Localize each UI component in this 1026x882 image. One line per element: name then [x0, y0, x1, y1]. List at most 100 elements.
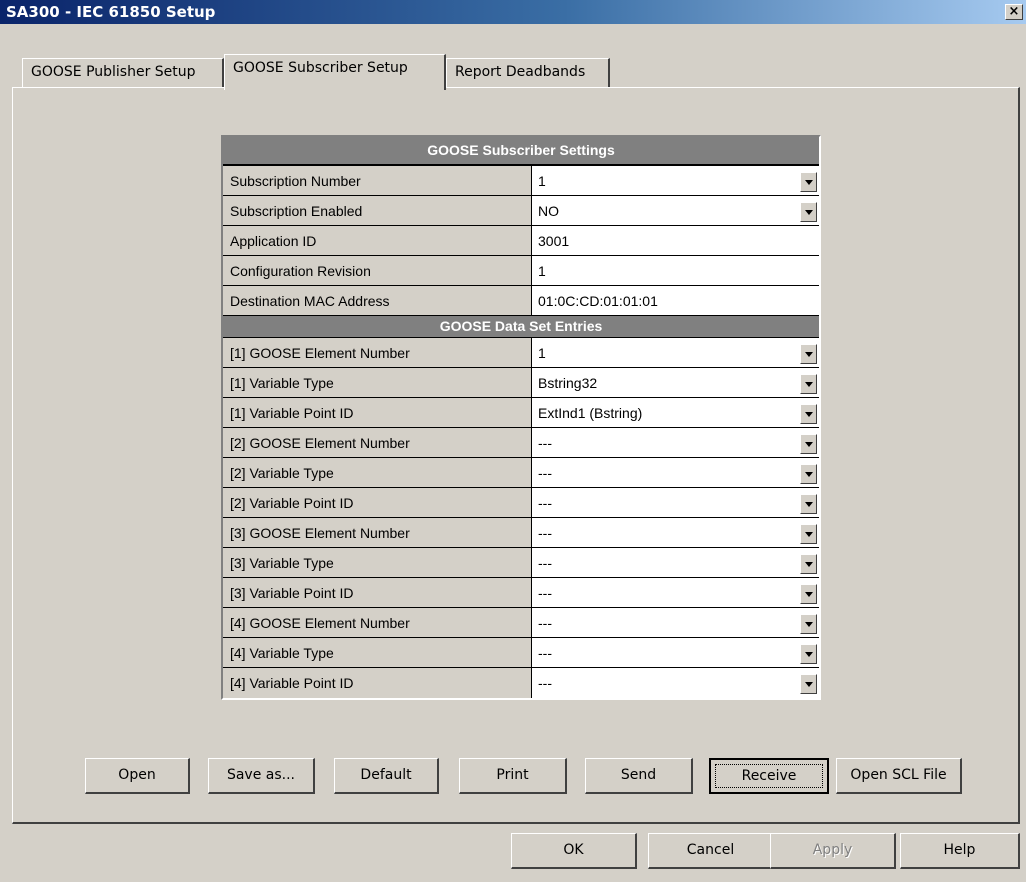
setting-value-field[interactable]: NO [532, 196, 819, 225]
setting-label: [1] Variable Point ID [223, 398, 532, 427]
dropdown-arrow-icon[interactable] [800, 584, 817, 604]
dropdown-arrow-icon[interactable] [800, 404, 817, 424]
setting-value-field[interactable]: 1 [532, 166, 819, 195]
open-button[interactable]: Open [85, 758, 190, 794]
setting-value-field[interactable]: 3001 [532, 226, 819, 255]
ok-button-label: OK [563, 842, 584, 858]
setting-row-4-variable-type: [4] Variable Type --- [223, 638, 819, 668]
setting-value-field[interactable]: 1 [532, 256, 819, 285]
setting-value-field[interactable]: --- [532, 608, 819, 637]
setting-row-3-goose-element-number: [3] GOOSE Element Number --- [223, 518, 819, 548]
setting-value-field[interactable]: --- [532, 638, 819, 667]
tab-label: GOOSE Subscriber Setup [233, 60, 408, 76]
tab-label: GOOSE Publisher Setup [31, 64, 196, 80]
dropdown-arrow-icon[interactable] [800, 464, 817, 484]
setting-value: --- [538, 615, 552, 631]
setting-value: ExtInd1 (Bstring) [538, 405, 643, 421]
open-button-label: Open [118, 767, 156, 783]
setting-row-subscription-enabled: Subscription Enabled NO [223, 196, 819, 226]
dropdown-arrow-icon[interactable] [800, 674, 817, 694]
setting-row-1-goose-element-number: [1] GOOSE Element Number 1 [223, 338, 819, 368]
setting-value-field[interactable]: Bstring32 [532, 368, 819, 397]
tab-report-deadbands[interactable]: Report Deadbands [446, 58, 610, 88]
window-title: SA300 - IEC 61850 Setup [6, 3, 216, 21]
setting-label: [3] Variable Type [223, 548, 532, 577]
receive-button[interactable]: Receive [709, 758, 829, 794]
tab-label: Report Deadbands [455, 64, 586, 80]
default-button-label: Default [360, 767, 412, 783]
setting-label: Subscription Number [223, 166, 532, 195]
print-button-label: Print [496, 767, 529, 783]
setting-label: [4] Variable Point ID [223, 668, 532, 698]
setting-label: [1] Variable Type [223, 368, 532, 397]
dropdown-arrow-icon[interactable] [800, 494, 817, 514]
setting-row-destination-mac-address: Destination MAC Address 01:0C:CD:01:01:01 [223, 286, 819, 316]
setting-value-field[interactable]: 1 [532, 338, 819, 367]
setting-value-field[interactable]: --- [532, 488, 819, 517]
setting-value-field[interactable]: --- [532, 578, 819, 607]
dropdown-arrow-icon[interactable] [800, 524, 817, 544]
setting-value: 3001 [538, 233, 570, 249]
setting-label: Application ID [223, 226, 532, 255]
send-button-label: Send [620, 767, 657, 783]
setting-label: [3] Variable Point ID [223, 578, 532, 607]
dropdown-arrow-icon[interactable] [800, 614, 817, 634]
setting-row-2-variable-type: [2] Variable Type --- [223, 458, 819, 488]
dropdown-arrow-icon[interactable] [800, 434, 817, 454]
open-scl-file-button[interactable]: Open SCL File [836, 758, 962, 794]
send-button[interactable]: Send [585, 758, 693, 794]
receive-button-label: Receive [741, 768, 797, 784]
setting-row-1-variable-type: [1] Variable Type Bstring32 [223, 368, 819, 398]
close-icon: × [1008, 4, 1020, 19]
tab-goose-subscriber-setup[interactable]: GOOSE Subscriber Setup [224, 54, 446, 90]
setting-value: --- [538, 435, 552, 451]
setting-value-field[interactable]: --- [532, 668, 819, 698]
cancel-button-label: Cancel [686, 842, 735, 858]
dropdown-arrow-icon[interactable] [800, 374, 817, 394]
setting-value: --- [538, 675, 552, 691]
setting-label: Destination MAC Address [223, 286, 532, 315]
print-button[interactable]: Print [459, 758, 567, 794]
setting-row-2-variable-point-id: [2] Variable Point ID --- [223, 488, 819, 518]
save-as-button[interactable]: Save as... [208, 758, 315, 794]
setting-label: [3] GOOSE Element Number [223, 518, 532, 547]
setting-value-field[interactable]: --- [532, 518, 819, 547]
subscriber-settings-header: GOOSE Subscriber Settings [223, 137, 819, 166]
dropdown-arrow-icon[interactable] [800, 172, 817, 192]
setting-row-4-variable-point-id: [4] Variable Point ID --- [223, 668, 819, 698]
setting-value: Bstring32 [538, 375, 598, 391]
dropdown-arrow-icon[interactable] [800, 202, 817, 222]
setting-row-configuration-revision: Configuration Revision 1 [223, 256, 819, 286]
setting-label: [4] GOOSE Element Number [223, 608, 532, 637]
setting-row-3-variable-type: [3] Variable Type --- [223, 548, 819, 578]
apply-button[interactable]: Apply [770, 833, 896, 869]
setting-label: [4] Variable Type [223, 638, 532, 667]
ok-button[interactable]: OK [511, 833, 637, 869]
setting-row-application-id: Application ID 3001 [223, 226, 819, 256]
dropdown-arrow-icon[interactable] [800, 344, 817, 364]
help-button[interactable]: Help [900, 833, 1020, 869]
cancel-button[interactable]: Cancel [648, 833, 774, 869]
title-bar: SA300 - IEC 61850 Setup × [0, 0, 1026, 24]
setting-value-field[interactable]: --- [532, 458, 819, 487]
setting-value-field[interactable]: --- [532, 548, 819, 577]
dropdown-arrow-icon[interactable] [800, 554, 817, 574]
apply-button-label: Apply [812, 842, 853, 858]
setting-value-field[interactable]: --- [532, 428, 819, 457]
setting-value-field[interactable]: 01:0C:CD:01:01:01 [532, 286, 819, 315]
setting-value-field[interactable]: ExtInd1 (Bstring) [532, 398, 819, 427]
open-scl-file-button-label: Open SCL File [850, 767, 947, 783]
setting-value: --- [538, 525, 552, 541]
setting-label: Subscription Enabled [223, 196, 532, 225]
default-button[interactable]: Default [334, 758, 439, 794]
setting-row-1-variable-point-id: [1] Variable Point ID ExtInd1 (Bstring) [223, 398, 819, 428]
dropdown-arrow-icon[interactable] [800, 644, 817, 664]
tab-goose-publisher-setup[interactable]: GOOSE Publisher Setup [22, 58, 224, 88]
save-as-button-label: Save as... [226, 767, 296, 783]
setting-value: --- [538, 495, 552, 511]
setting-row-2-goose-element-number: [2] GOOSE Element Number --- [223, 428, 819, 458]
close-button[interactable]: × [1005, 4, 1023, 20]
setting-value: --- [538, 585, 552, 601]
help-button-label: Help [943, 842, 976, 858]
setting-label: [2] Variable Type [223, 458, 532, 487]
